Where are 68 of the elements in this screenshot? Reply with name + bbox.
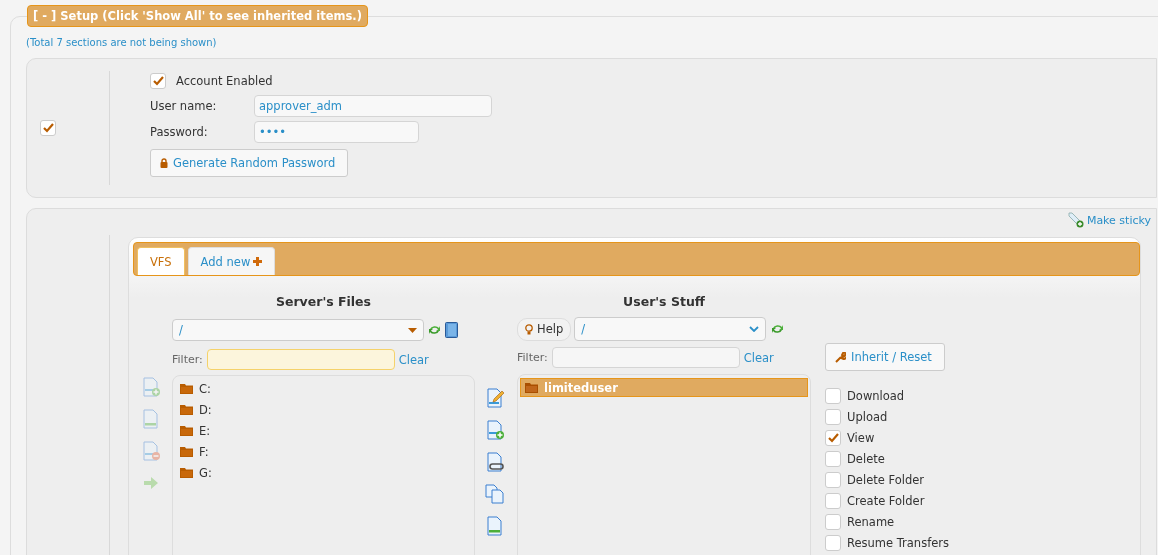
tab[interactable]: Add new [187,247,276,275]
folder-item[interactable]: C: [175,379,472,398]
filter-label: Filter: [517,351,548,364]
permission-label: Upload [847,409,888,424]
lock-icon [160,158,168,168]
folder-icon [180,467,193,478]
permission-label: Create Folder [847,493,925,508]
path-dropdown[interactable]: / [172,319,424,341]
chevron-icon [749,326,760,332]
make-sticky-link[interactable]: Make sticky [1067,212,1151,228]
copy-icon[interactable] [485,484,505,504]
checkbox[interactable] [825,450,841,467]
checkbox[interactable] [825,387,841,404]
folder-icon [180,446,193,457]
clear-link[interactable]: Clear [398,352,429,367]
field-label: Password: [150,125,209,139]
checkbox[interactable] [825,471,841,488]
permission-label: Delete Folder [847,472,924,487]
checkbox[interactable] [150,73,166,89]
folder-item[interactable]: G: [175,463,472,482]
refresh-icon[interactable] [771,322,785,336]
permission-label: Delete [847,451,885,466]
checkbox[interactable] [825,534,841,551]
folder-item[interactable]: limiteduser [520,378,808,397]
section-legend[interactable]: [ - ] Setup (Click 'Show All' to see inherited items.) [27,5,368,27]
lightbulb-icon [525,323,533,335]
folder-icon [180,383,193,394]
refresh-icon[interactable] [428,323,441,337]
checkbox[interactable] [825,429,841,446]
book-icon[interactable] [445,322,458,338]
permission-label: Resume Transfers [847,535,949,550]
tag-add-icon [1067,212,1084,228]
clear-link[interactable]: Clear [743,350,774,365]
permission-label: Download [847,388,905,403]
inherit-reset-button[interactable]: Inherit / Reset [825,343,945,371]
filter-field[interactable] [551,347,740,368]
folder-icon [525,382,538,393]
row-checkbox[interactable] [40,120,56,136]
tab[interactable]: VFS [137,247,185,275]
caret-icon [408,327,417,333]
folder-item[interactable]: E: [175,421,472,440]
checkbox-label: Account Enabled [176,74,273,88]
folder-item[interactable]: D: [175,400,472,419]
wrench-icon [835,351,846,363]
username-field[interactable]: approver_adm [254,95,492,117]
filter-label: Filter: [172,353,203,366]
folder-icon [180,425,193,436]
permission-label: View [847,430,875,445]
file-add-icon[interactable] [485,420,505,440]
help-button[interactable]: Help [517,317,572,341]
folder-item[interactable]: F: [175,442,472,461]
checkbox[interactable] [825,513,841,530]
file-icon[interactable] [485,516,505,536]
generate-password-button[interactable]: Generate Random Password [150,149,349,177]
filter-field[interactable] [206,349,395,370]
folder-icon [180,404,193,415]
field-label: User name: [150,99,218,113]
permission-label: Rename [847,514,895,529]
hidden-sections-note: (Total 7 sections are not being shown) [26,37,218,48]
checkbox[interactable] [825,408,841,425]
file-edit-icon[interactable] [485,388,505,408]
column-title: User's Stuff [622,294,706,309]
plus-icon [253,257,263,266]
column-title: Server's Files [274,294,373,309]
checkbox[interactable] [825,492,841,509]
path-dropdown[interactable]: / [574,317,767,341]
file-link-icon[interactable] [485,452,505,472]
password-field[interactable]: •••• [254,121,419,143]
